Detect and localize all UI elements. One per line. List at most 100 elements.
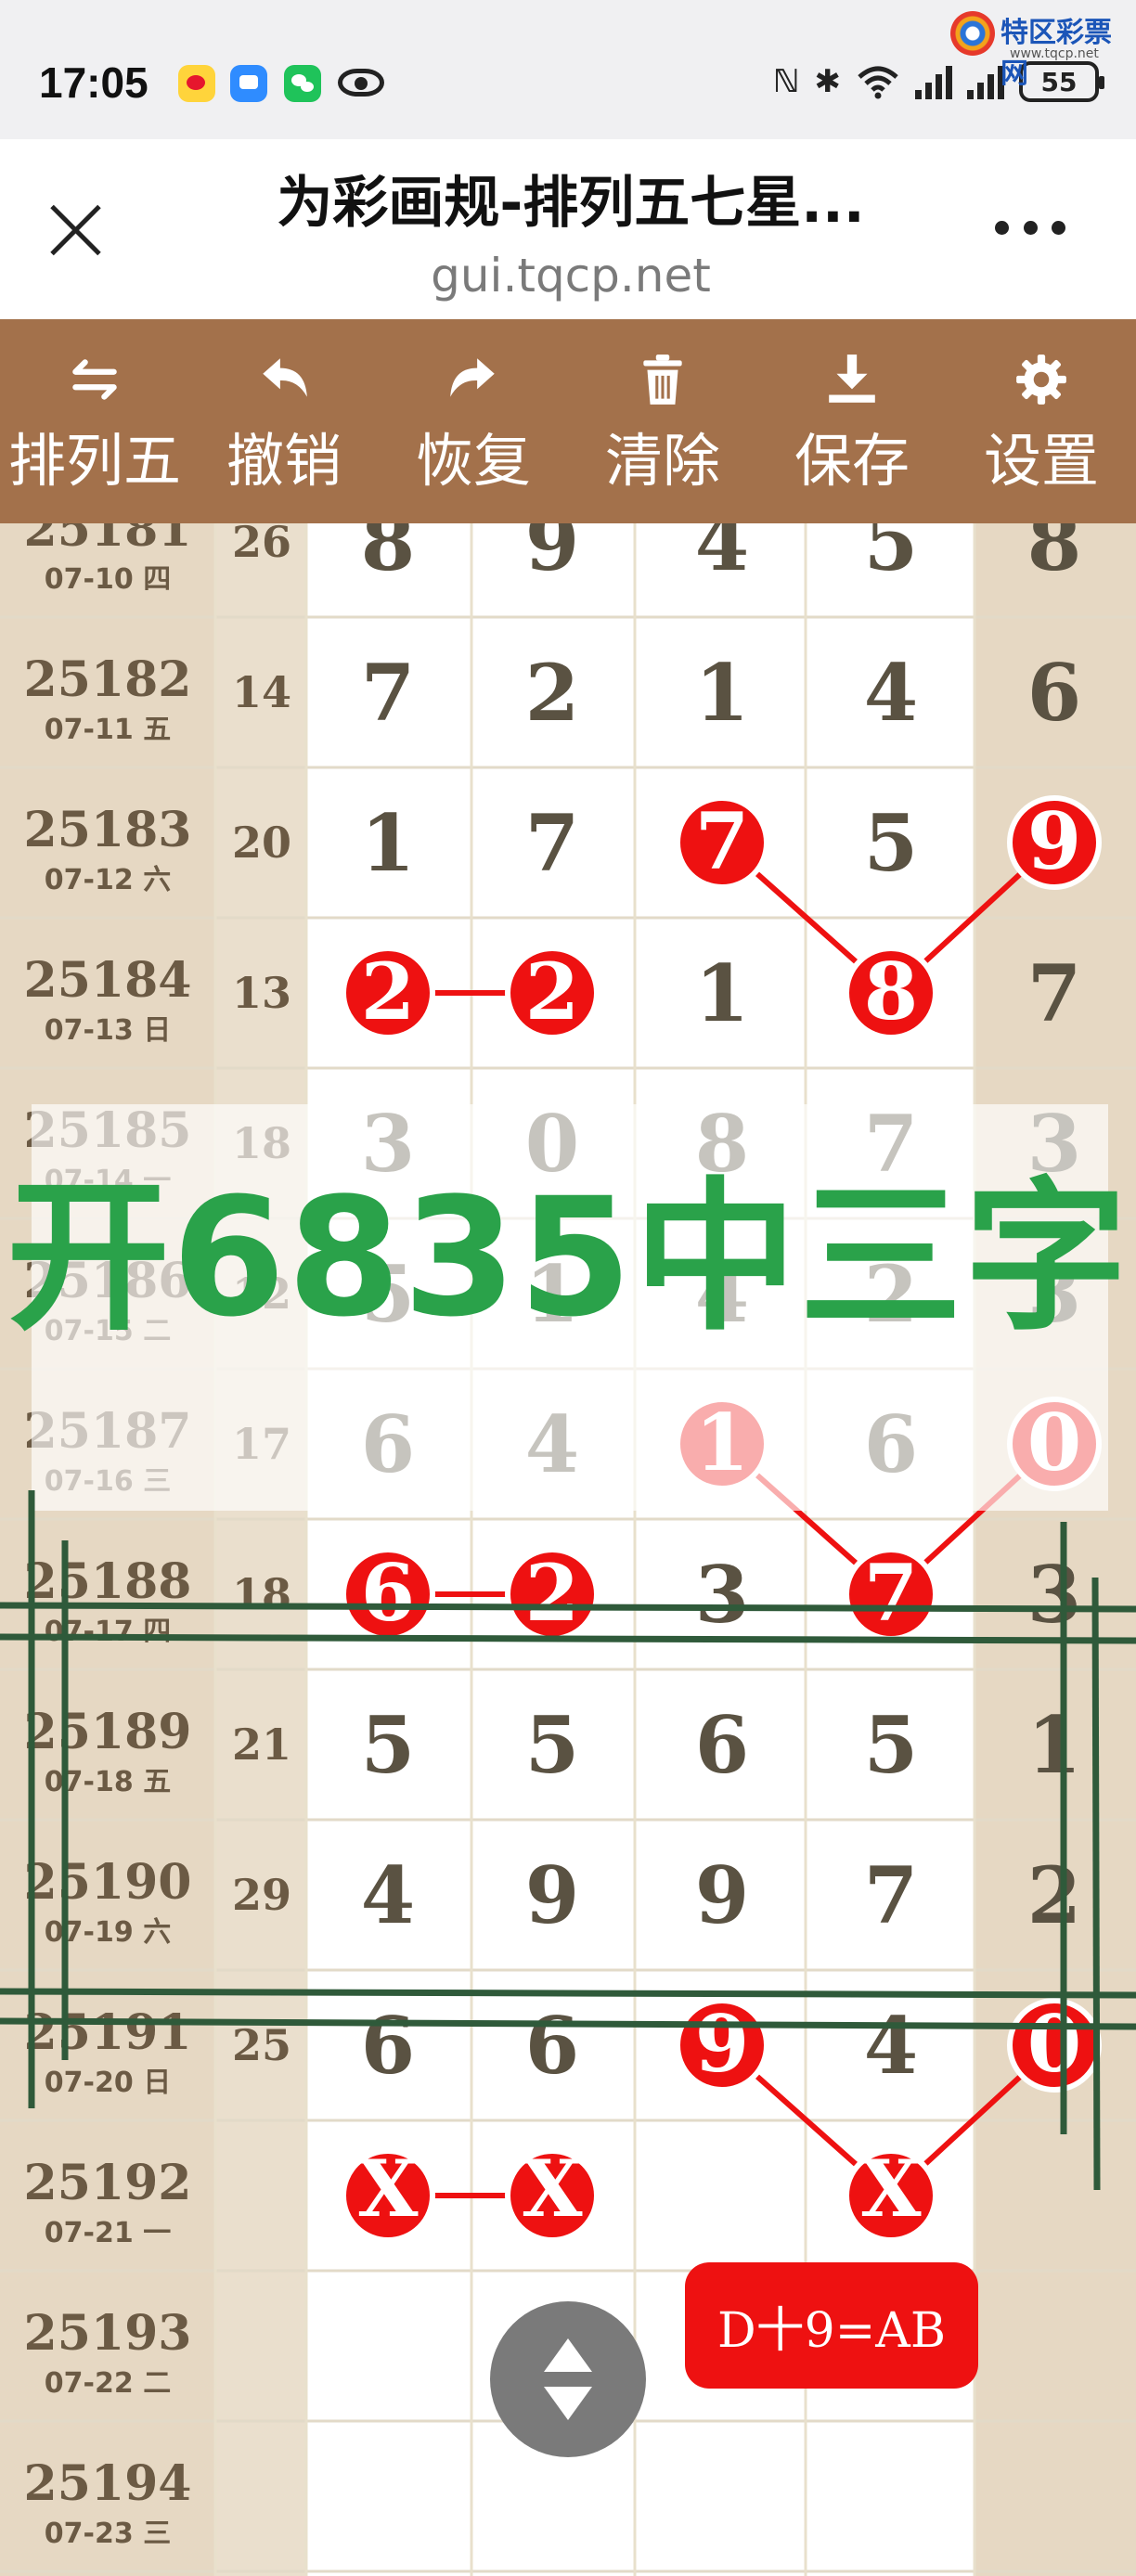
digit-cell[interactable]: 5 [525,1699,579,1791]
marked-digit: 7 [695,795,749,887]
digit-cell[interactable]: 6 [525,2000,579,2092]
digit-sum: 21 [232,1719,291,1770]
digit-cell[interactable]: 5 [864,797,918,889]
issue-number: 25189 [24,1704,192,1760]
digit-sum: 25 [232,2020,291,2070]
save-button[interactable]: 保存 [757,319,947,523]
issue-number: 25190 [24,1854,192,1911]
settings-label: 设置 [983,427,1099,495]
digit-cell[interactable]: 1 [695,947,749,1039]
formula-badge[interactable]: D十9=AB [685,2262,978,2389]
redo-label: 恢复 [415,427,531,495]
digit-cell[interactable]: 5 [864,1699,918,1791]
digit-cell[interactable]: 7 [1027,947,1081,1039]
digit-cell[interactable]: 5 [361,1699,415,1791]
bluetooth-icon: ✱ [814,63,842,100]
settings-button[interactable]: 设置 [947,319,1136,523]
overlay-text: 开6835中三字 [6,1163,1130,1353]
undo-label: 撤销 [226,427,342,495]
digit-cell[interactable]: 4 [864,2000,918,2092]
status-time: 17:05 [39,58,148,107]
digit-cell[interactable]: 3 [695,1549,749,1641]
message-icon [230,65,267,102]
digit-cell[interactable]: 1 [695,647,749,739]
marked-digit: 9 [695,1998,749,2090]
wifi-icon [858,66,898,99]
digit-cell[interactable]: 6 [361,2000,415,2092]
download-icon [829,354,875,403]
marked-digit: X [357,2143,419,2235]
signal-icon [967,64,1004,99]
digit-sum: 26 [232,523,291,567]
digit-cell[interactable]: 2 [525,647,579,739]
clear-button[interactable]: 清除 [568,319,757,523]
issue-number: 25182 [24,651,192,708]
digit-cell[interactable]: 8 [361,523,415,588]
close-icon[interactable] [46,200,106,260]
digit-cell[interactable]: 9 [525,1849,579,1941]
marked-digit: 2 [525,946,579,1037]
issue-date: 07-23 三 [45,2518,171,2550]
marked-digit: 7 [864,1547,918,1639]
save-label: 保存 [794,427,910,495]
digit-cell[interactable]: 4 [864,647,918,739]
digit-sum: 14 [232,667,291,717]
digit-cell[interactable]: 6 [1027,647,1081,739]
issue-date: 07-18 五 [45,1766,171,1798]
marked-digit: 6 [361,1547,415,1639]
watermark-url: www.tqcp.net [1010,46,1099,61]
issue-date: 07-11 五 [45,714,171,746]
issue-date: 07-22 二 [45,2367,171,2400]
redo-button[interactable]: 恢复 [379,319,568,523]
watermark: 特区彩票网 www.tqcp.net [949,6,1134,90]
digit-cell[interactable]: 9 [695,1849,749,1941]
digit-sum: 29 [232,1870,291,1920]
lottery-type-button[interactable]: 排列五 [0,319,189,523]
page-title: 为彩画规-排列五七星... [277,171,865,236]
issue-number: 25191 [24,2004,192,2061]
digit-cell[interactable]: 7 [864,1849,918,1941]
nfc-icon: ℕ [773,63,800,100]
digit-cell[interactable]: 3 [1027,1549,1081,1641]
digit-cell[interactable]: 7 [525,797,579,889]
digit-cell[interactable]: 6 [695,1699,749,1791]
lottery-type-label: 排列五 [7,427,181,495]
issue-number: 25194 [24,2455,192,2512]
issue-number: 25184 [24,952,192,1009]
digit-sum: 13 [232,968,291,1018]
digit-cell[interactable]: 4 [695,523,749,588]
digit-cell[interactable]: 2 [1027,1849,1081,1941]
digit-sum: 20 [232,818,291,868]
issue-date: 07-20 日 [45,2067,171,2099]
issue-date: 07-10 四 [45,563,171,596]
signal-icon [915,64,952,99]
digit-cell[interactable]: 1 [361,797,415,889]
undo-button[interactable]: 撤销 [189,319,379,523]
digit-sum: 18 [232,1569,291,1619]
more-icon[interactable] [995,221,1065,236]
digit-cell[interactable]: 5 [864,523,918,588]
eye-icon [338,69,384,97]
scroll-toggle-button[interactable] [490,2301,646,2457]
digit-cell[interactable]: 8 [1027,523,1081,588]
undo-icon [263,358,307,397]
marked-digit: X [522,2143,583,2235]
issue-date: 07-21 一 [45,2217,171,2249]
issue-date: 07-19 六 [45,1916,171,1949]
issue-number: 25188 [24,1553,192,1610]
issue-number: 25193 [24,2305,192,2362]
issue-date: 07-13 日 [45,1014,171,1047]
issue-number: 25192 [24,2155,192,2211]
trash-icon [643,354,682,405]
digit-cell[interactable]: 1 [1027,1699,1081,1791]
marked-digit: 0 [1027,1998,1081,2090]
digit-cell[interactable]: 7 [361,647,415,739]
digit-cell[interactable]: 9 [525,523,579,588]
status-bar: 17:05 ℕ ✱ 55 特区彩票网 www.tqcp.net [0,0,1136,139]
gear-icon [1016,354,1066,405]
digit-cell[interactable]: 4 [361,1849,415,1941]
marked-digit: 8 [864,946,918,1037]
issue-date: 07-17 四 [45,1616,171,1648]
swap-icon [72,359,117,400]
issue-number: 25181 [24,523,192,558]
